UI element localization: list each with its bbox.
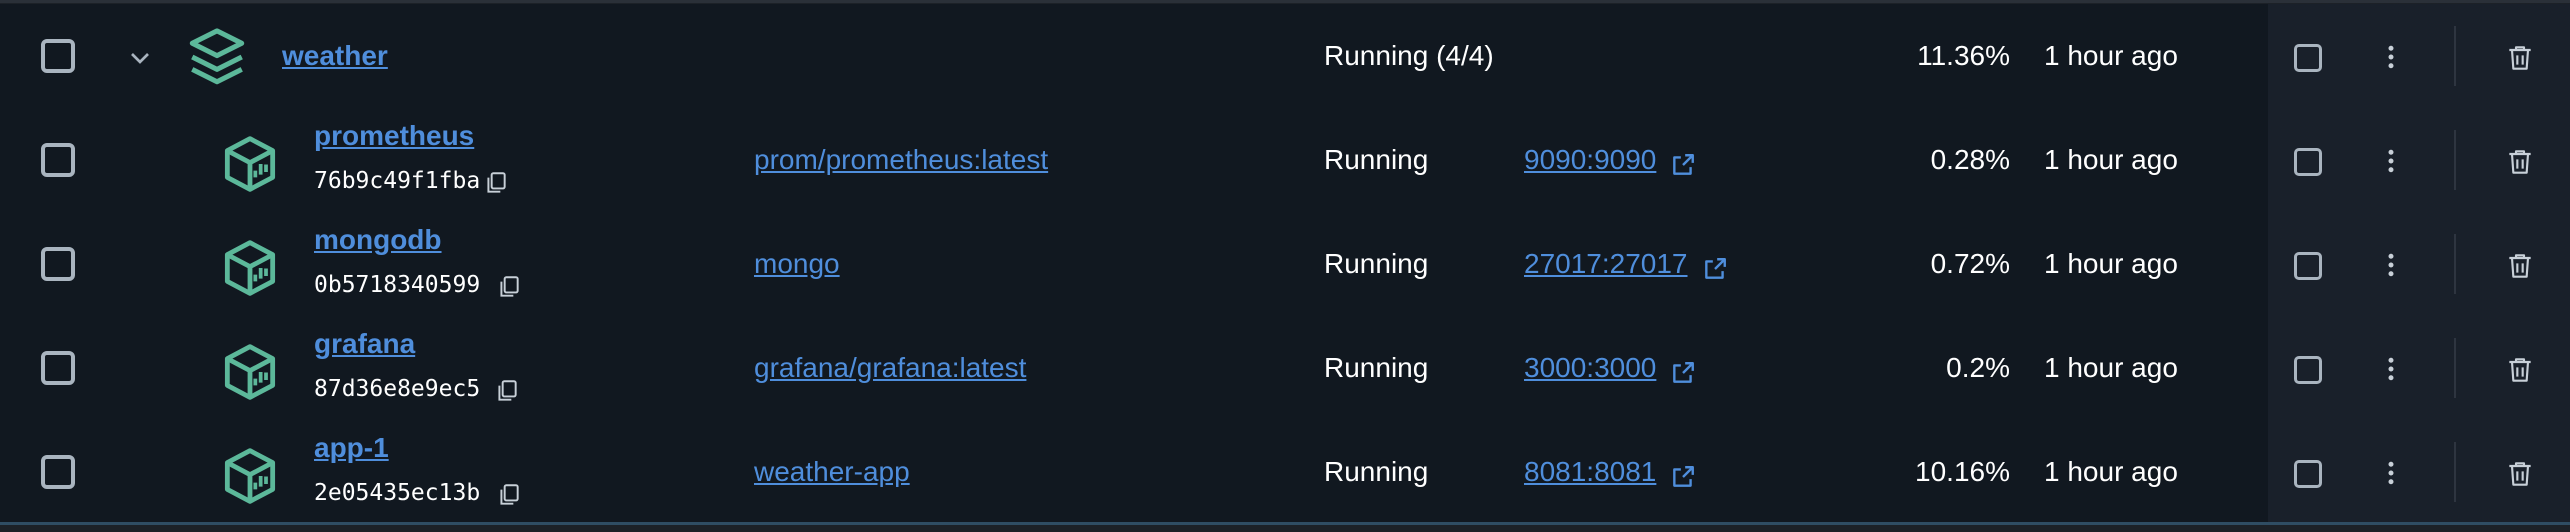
trash-icon[interactable] bbox=[2504, 354, 2536, 386]
container-id: 2e05435ec13b bbox=[314, 480, 481, 506]
last-started: 1 hour ago bbox=[2044, 248, 2178, 279]
more-options-icon[interactable] bbox=[2376, 250, 2406, 280]
container-id: 87d36e8e9ec5 bbox=[314, 376, 481, 402]
status-text: Running bbox=[1324, 456, 1429, 487]
container-name-link[interactable]: mongodb bbox=[314, 224, 442, 256]
select-checkbox[interactable] bbox=[41, 351, 75, 385]
container-name-link[interactable]: grafana bbox=[314, 328, 415, 360]
last-started: 1 hour ago bbox=[2044, 352, 2178, 383]
stack-icon bbox=[189, 28, 245, 85]
cpu-usage: 0.2% bbox=[1946, 352, 2010, 383]
bottom-divider bbox=[0, 522, 2570, 525]
trash-icon[interactable] bbox=[2504, 250, 2536, 282]
actions-divider bbox=[2454, 130, 2456, 190]
more-options-icon[interactable] bbox=[2376, 146, 2406, 176]
more-options-icon[interactable] bbox=[2376, 458, 2406, 488]
cpu-usage: 0.72% bbox=[1930, 248, 2010, 279]
container-name-link[interactable]: app-1 bbox=[314, 432, 389, 464]
external-link-icon[interactable] bbox=[1670, 464, 1696, 490]
container-row[interactable]: app-1 2e05435ec13b weather-app Running 8… bbox=[0, 420, 2570, 524]
stop-checkbox[interactable] bbox=[2294, 356, 2322, 384]
group-last-started: 1 hour ago bbox=[2044, 40, 2178, 71]
image-link[interactable]: prom/prometheus:latest bbox=[754, 144, 1048, 176]
actions-divider bbox=[2454, 442, 2456, 502]
select-checkbox[interactable] bbox=[41, 247, 75, 281]
port-link[interactable]: 8081:8081 bbox=[1524, 456, 1656, 488]
image-link[interactable]: weather-app bbox=[754, 456, 910, 488]
select-checkbox[interactable] bbox=[41, 455, 75, 489]
compose-group-row[interactable]: weather Running (4/4) 11.36% 1 hour ago bbox=[0, 4, 2570, 108]
actions-divider bbox=[2454, 234, 2456, 294]
more-options-icon[interactable] bbox=[2376, 354, 2406, 384]
cpu-usage: 10.16% bbox=[1915, 456, 2010, 487]
copy-icon[interactable] bbox=[483, 170, 509, 196]
trash-icon[interactable] bbox=[2504, 42, 2536, 74]
container-row[interactable]: mongodb 0b5718340599 mongo Running 27017… bbox=[0, 212, 2570, 316]
containers-table: weather Running (4/4) 11.36% 1 hour ago … bbox=[0, 0, 2570, 532]
select-checkbox[interactable] bbox=[41, 143, 75, 177]
image-link[interactable]: mongo bbox=[754, 248, 840, 280]
chevron-down-icon[interactable] bbox=[124, 42, 156, 74]
actions-divider bbox=[2454, 338, 2456, 398]
copy-icon[interactable] bbox=[494, 378, 520, 404]
port-link[interactable]: 27017:27017 bbox=[1524, 248, 1688, 280]
stop-checkbox[interactable] bbox=[2294, 460, 2322, 488]
status-text: Running bbox=[1324, 352, 1429, 383]
image-link[interactable]: grafana/grafana:latest bbox=[754, 352, 1026, 384]
stop-checkbox[interactable] bbox=[2294, 44, 2322, 72]
select-checkbox[interactable] bbox=[41, 39, 75, 73]
container-icon bbox=[224, 136, 276, 192]
port-link[interactable]: 9090:9090 bbox=[1524, 144, 1656, 176]
container-row[interactable]: grafana 87d36e8e9ec5 grafana/grafana:lat… bbox=[0, 316, 2570, 420]
trash-icon[interactable] bbox=[2504, 458, 2536, 490]
last-started: 1 hour ago bbox=[2044, 456, 2178, 487]
actions-divider bbox=[2454, 26, 2456, 86]
port-link[interactable]: 3000:3000 bbox=[1524, 352, 1656, 384]
trash-icon[interactable] bbox=[2504, 146, 2536, 178]
external-link-icon[interactable] bbox=[1702, 256, 1728, 282]
top-divider bbox=[0, 0, 2570, 3]
container-icon bbox=[224, 240, 276, 296]
group-status: Running (4/4) bbox=[1324, 40, 1494, 71]
external-link-icon[interactable] bbox=[1670, 360, 1696, 386]
group-cpu: 11.36% bbox=[1917, 40, 2010, 71]
container-row[interactable]: prometheus 76b9c49f1fba prom/prometheus:… bbox=[0, 108, 2570, 212]
container-id: 0b5718340599 bbox=[314, 272, 481, 298]
copy-icon[interactable] bbox=[496, 482, 522, 508]
container-name-link[interactable]: prometheus bbox=[314, 120, 474, 152]
cpu-usage: 0.28% bbox=[1930, 144, 2010, 175]
more-options-icon[interactable] bbox=[2376, 42, 2406, 72]
group-name-link[interactable]: weather bbox=[282, 40, 388, 72]
container-icon bbox=[224, 344, 276, 400]
copy-icon[interactable] bbox=[496, 274, 522, 300]
container-id: 76b9c49f1fba bbox=[314, 168, 481, 194]
container-icon bbox=[224, 448, 276, 504]
stop-checkbox[interactable] bbox=[2294, 252, 2322, 280]
external-link-icon[interactable] bbox=[1670, 152, 1696, 178]
stop-checkbox[interactable] bbox=[2294, 148, 2322, 176]
status-text: Running bbox=[1324, 248, 1429, 279]
status-text: Running bbox=[1324, 144, 1429, 175]
last-started: 1 hour ago bbox=[2044, 144, 2178, 175]
